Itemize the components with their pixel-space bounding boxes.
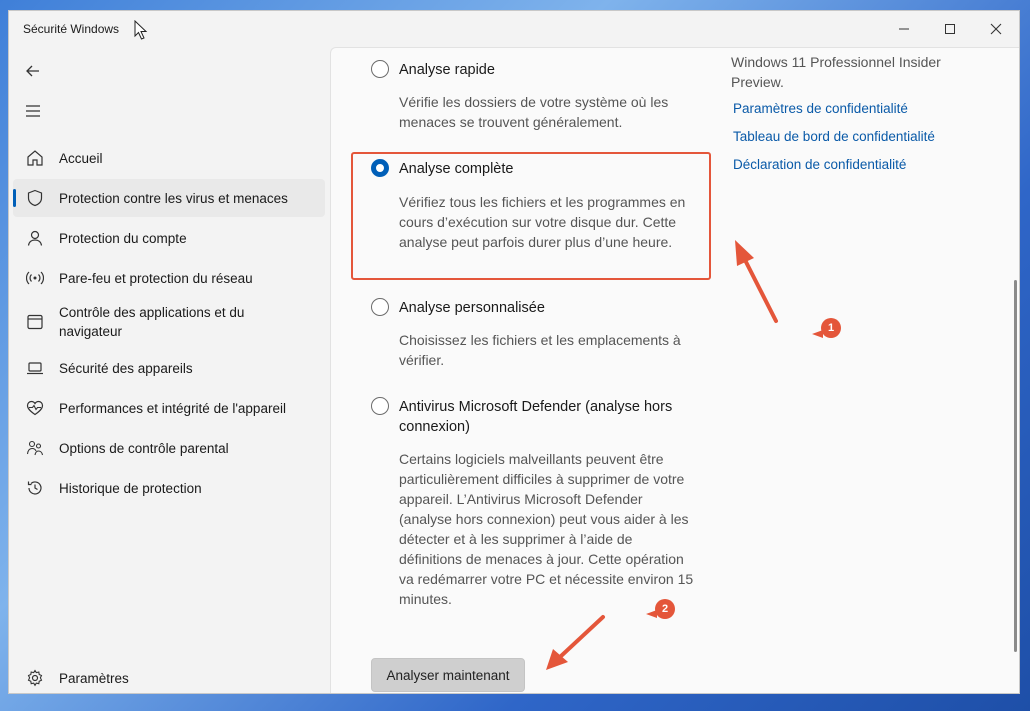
sidebar: Accueil Protection contre les virus et m… [9,47,329,693]
sidebar-item-device-security[interactable]: Sécurité des appareils [13,349,325,387]
scan-now-button[interactable]: Analyser maintenant [371,658,525,692]
option-title: Analyse rapide [399,62,495,78]
annotation-badge-2: 2 [655,599,675,619]
app-title: Sécurité Windows [23,22,120,36]
radio-custom-scan[interactable] [371,298,389,316]
sidebar-item-virus-protection[interactable]: Protection contre les virus et menaces [13,179,325,217]
minimize-button[interactable] [881,11,927,47]
gear-icon [25,668,45,688]
sidebar-item-home[interactable]: Accueil [13,139,325,177]
maximize-icon [945,24,955,34]
option-description: Vérifiez tous les fichiers et les progra… [399,194,686,250]
sidebar-item-label: Protection contre les virus et menaces [59,190,288,206]
privacy-settings-link[interactable]: Paramètres de confidentialité [733,101,908,116]
annotation-badge-1: 1 [821,318,841,338]
hamburger-menu-button[interactable] [23,101,43,121]
family-icon [25,438,45,458]
history-icon [25,478,45,498]
sidebar-item-label: Pare-feu et protection du réseau [59,270,253,286]
sidebar-item-app-browser-control[interactable]: Contrôle des applications et du navigate… [13,299,325,345]
privacy-statement-link[interactable]: Déclaration de confidentialité [733,157,906,172]
title-bar: Sécurité Windows [9,11,1019,47]
os-version-text: Windows 11 Professionnel Insider Preview… [731,54,941,90]
sidebar-item-label: Performances et intégrité de l'appareil [59,400,286,416]
main-content: Analyse rapide Vérifie les dossiers de v… [330,47,1019,693]
privacy-dashboard-link[interactable]: Tableau de bord de confidentialité [733,129,935,144]
sidebar-item-protection-history[interactable]: Historique de protection [13,469,325,507]
sidebar-item-label: Options de contrôle parental [59,440,229,456]
option-description: Vérifie les dossiers de votre système où… [399,94,669,130]
radio-offline-scan[interactable] [371,397,389,415]
sidebar-item-label: Historique de protection [59,480,202,496]
sidebar-item-label: Accueil [59,150,103,166]
settings-label: Paramètres [59,670,129,686]
close-button[interactable] [973,11,1019,47]
wifi-icon [25,268,45,288]
option-title: Antivirus Microsoft Defender (analyse ho… [399,399,673,435]
security-window: Sécurité Windows Accueil Protection cont… [8,10,1020,694]
sidebar-item-label: Sécurité des appareils [59,360,193,376]
sidebar-item-account[interactable]: Protection du compte [13,219,325,257]
sidebar-item-firewall[interactable]: Pare-feu et protection du réseau [13,259,325,297]
radio-full-scan[interactable] [371,159,389,177]
option-description: Certains logiciels malveillants peuvent … [399,451,694,607]
sidebar-item-device-performance[interactable]: Performances et intégrité de l'appareil [13,389,325,427]
sidebar-item-label: Contrôle des applications et du navigate… [59,305,245,339]
vertical-scrollbar[interactable] [1014,280,1017,652]
sidebar-item-label: Protection du compte [59,230,187,246]
home-icon [25,148,45,168]
heart-pulse-icon [25,398,45,418]
mouse-cursor-icon [134,20,148,40]
hamburger-icon [26,105,40,117]
back-button[interactable] [23,61,43,81]
radio-quick-scan[interactable] [371,60,389,78]
close-icon [990,23,1002,35]
minimize-icon [899,28,909,30]
shield-icon [25,188,45,208]
option-title: Analyse complète [399,161,514,177]
laptop-icon [25,358,45,378]
person-icon [25,228,45,248]
sidebar-item-family-options[interactable]: Options de contrôle parental [13,429,325,467]
browser-icon [25,312,45,332]
sidebar-item-settings[interactable]: Paramètres [13,659,325,693]
back-arrow-icon [26,65,39,77]
maximize-button[interactable] [927,11,973,47]
option-title: Analyse personnalisée [399,300,545,316]
option-description: Choisissez les fichiers et les emplaceme… [399,332,681,368]
